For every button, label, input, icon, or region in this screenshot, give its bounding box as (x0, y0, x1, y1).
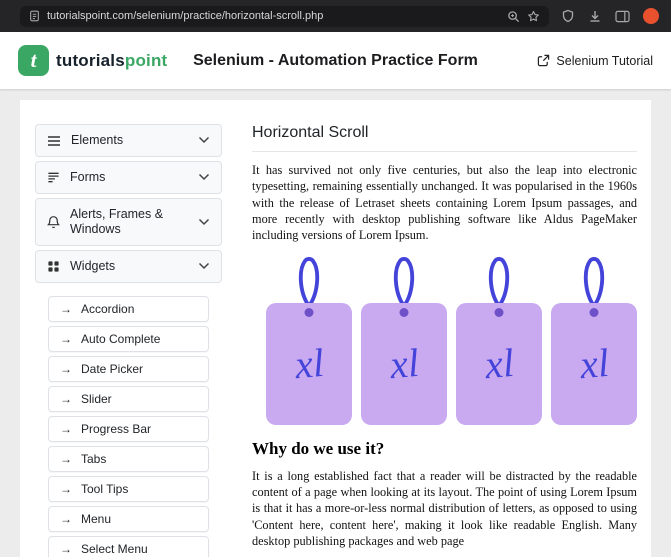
logo-text-dark: tutorials (56, 51, 125, 70)
submenu-item-accordion[interactable]: → Accordion (48, 296, 209, 322)
submenu-item-label: Progress Bar (81, 422, 151, 436)
sidebar-item-widgets[interactable]: Widgets (35, 250, 222, 283)
main-content-card: Elements Forms Alerts, Frames & Windows (20, 100, 651, 557)
form-icon (47, 171, 60, 184)
chevron-down-icon (198, 170, 210, 185)
chrome-toolbar-icons (561, 8, 659, 24)
tag-hole (305, 308, 314, 317)
tag-size-label: xl (388, 343, 420, 385)
logo-text: tutorialspoint (56, 51, 167, 71)
sidebar: Elements Forms Alerts, Frames & Windows (35, 124, 222, 557)
browser-chrome: tutorialspoint.com/selenium/practice/hor… (0, 0, 671, 32)
page-icon (29, 10, 40, 22)
tutorialspoint-logo[interactable]: t tutorialspoint (18, 45, 167, 76)
url-text: tutorialspoint.com/selenium/practice/hor… (47, 10, 323, 22)
section-heading: Why do we use it? (252, 439, 637, 459)
submenu-item-progress-bar[interactable]: → Progress Bar (48, 416, 209, 442)
submenu-item-label: Slider (81, 392, 112, 406)
sidebar-item-label: Elements (71, 133, 123, 148)
tag-rope-loop (292, 254, 326, 308)
xl-tag: xl (361, 254, 447, 425)
arrow-right-icon: → (60, 423, 72, 435)
submenu-item-slider[interactable]: → Slider (48, 386, 209, 412)
arrow-right-icon: → (60, 543, 72, 555)
submenu-item-menu[interactable]: → Menu (48, 506, 209, 532)
xl-tag: xl (266, 254, 352, 425)
selenium-tutorial-link[interactable]: Selenium Tutorial (537, 54, 653, 68)
tag-hole (590, 308, 599, 317)
tag-body: xl (551, 303, 637, 425)
arrow-right-icon: → (60, 363, 72, 375)
external-link-icon (537, 54, 550, 67)
tag-body: xl (456, 303, 542, 425)
price-tags-image: xl xl xl xl (266, 254, 637, 425)
site-header: t tutorialspoint Selenium - Automation P… (0, 32, 671, 89)
chevron-down-icon (198, 259, 210, 274)
tag-size-label: xl (293, 343, 325, 385)
submenu-item-label: Date Picker (81, 362, 143, 376)
submenu-item-tabs[interactable]: → Tabs (48, 446, 209, 472)
content-area: Horizontal Scroll It has survived not on… (252, 124, 637, 557)
grid-icon (47, 260, 60, 273)
logo-text-green: point (125, 51, 168, 70)
submenu-item-date-picker[interactable]: → Date Picker (48, 356, 209, 382)
tag-rope-loop (577, 254, 611, 308)
submenu-item-label: Auto Complete (81, 332, 160, 346)
heading-divider (252, 151, 637, 152)
tag-hole (495, 308, 504, 317)
submenu-item-auto-complete[interactable]: → Auto Complete (48, 326, 209, 352)
tag-body: xl (361, 303, 447, 425)
widgets-submenu: → Accordion → Auto Complete → Date Picke… (48, 296, 209, 557)
xl-tag: xl (551, 254, 637, 425)
download-icon[interactable] (588, 9, 602, 23)
arrow-right-icon: → (60, 303, 72, 315)
tag-rope-loop (482, 254, 516, 308)
profile-avatar[interactable] (643, 8, 659, 24)
intro-paragraph: It has survived not only five centuries,… (252, 162, 637, 244)
submenu-item-select-menu[interactable]: → Select Menu (48, 536, 209, 557)
submenu-item-label: Tool Tips (81, 482, 128, 496)
tutorial-link-label: Selenium Tutorial (556, 54, 653, 68)
submenu-item-label: Menu (81, 512, 111, 526)
logo-icon: t (18, 45, 49, 76)
sidebar-panel-icon[interactable] (615, 10, 630, 23)
arrow-right-icon: → (60, 513, 72, 525)
chevron-down-icon (198, 215, 210, 230)
xl-tag: xl (456, 254, 542, 425)
page-title: Selenium - Automation Practice Form (193, 52, 478, 70)
content-heading: Horizontal Scroll (252, 124, 637, 142)
sidebar-item-elements[interactable]: Elements (35, 124, 222, 157)
address-bar[interactable]: tutorialspoint.com/selenium/practice/hor… (20, 6, 549, 27)
submenu-item-label: Accordion (81, 302, 134, 316)
arrow-right-icon: → (60, 453, 72, 465)
tag-size-label: xl (483, 343, 515, 385)
tag-size-label: xl (578, 343, 610, 385)
arrow-right-icon: → (60, 393, 72, 405)
chevron-down-icon (198, 133, 210, 148)
shield-icon[interactable] (561, 9, 575, 23)
sidebar-item-forms[interactable]: Forms (35, 161, 222, 194)
list-icon (47, 135, 61, 147)
tag-hole (400, 308, 409, 317)
sidebar-item-alerts-frames-windows[interactable]: Alerts, Frames & Windows (35, 198, 222, 246)
sidebar-item-label: Forms (70, 170, 105, 185)
bell-icon (47, 215, 60, 229)
submenu-item-label: Select Menu (81, 542, 148, 556)
sidebar-item-label: Alerts, Frames & Windows (70, 207, 188, 237)
body-paragraph: It is a long established fact that a rea… (252, 468, 637, 550)
zoom-icon[interactable] (507, 10, 520, 23)
arrow-right-icon: → (60, 483, 72, 495)
sidebar-item-label: Widgets (70, 259, 115, 274)
tag-rope-loop (387, 254, 421, 308)
arrow-right-icon: → (60, 333, 72, 345)
submenu-item-label: Tabs (81, 452, 106, 466)
tag-body: xl (266, 303, 352, 425)
submenu-item-tool-tips[interactable]: → Tool Tips (48, 476, 209, 502)
bookmark-star-icon[interactable] (527, 10, 540, 23)
